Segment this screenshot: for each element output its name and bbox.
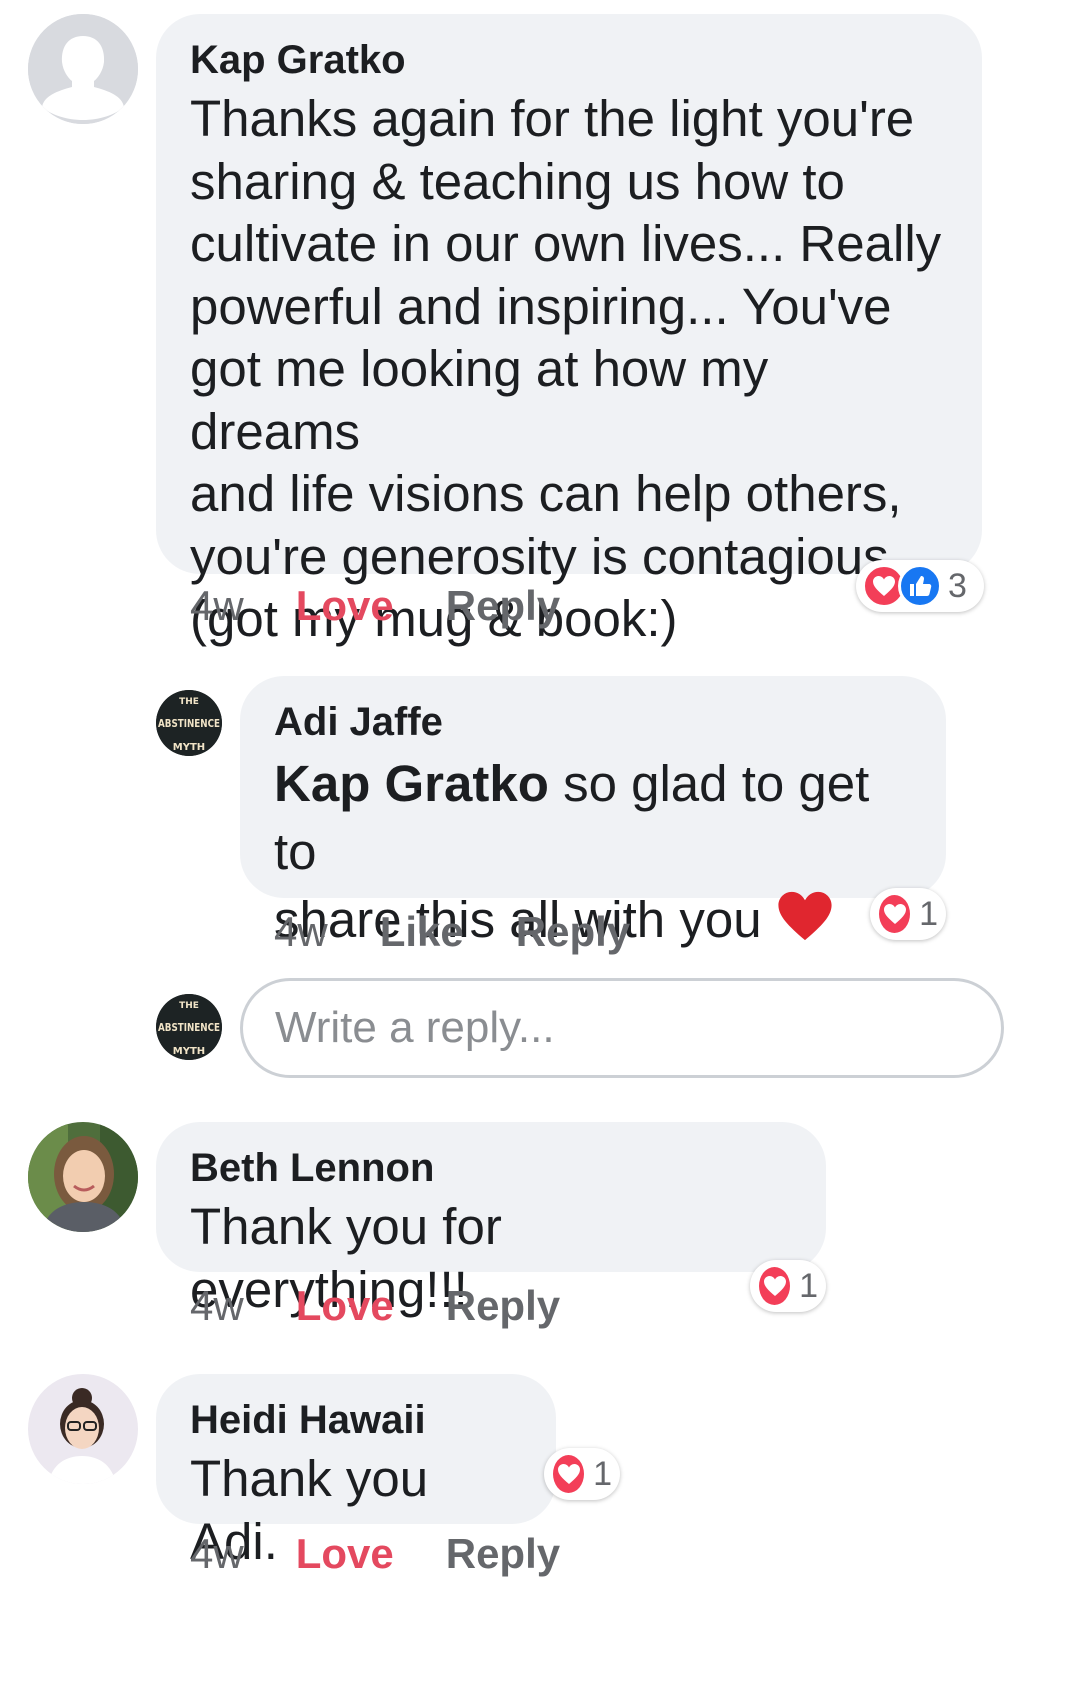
- mention-link[interactable]: Kap Gratko: [274, 755, 549, 812]
- profile-photo: [28, 1374, 138, 1484]
- abstinence-myth-logo: THE ABSTINENCE MYTH: [156, 994, 222, 1060]
- comment-actions: 4w Love Reply: [190, 582, 612, 630]
- avatar-current-page: THE ABSTINENCE MYTH: [156, 994, 222, 1060]
- abstinence-myth-logo: THE ABSTINENCE MYTH: [156, 690, 222, 756]
- comment-timestamp[interactable]: 4w: [190, 582, 244, 630]
- reaction-summary[interactable]: 1: [870, 888, 946, 940]
- reaction-count: 3: [948, 566, 967, 605]
- comment-bubble: Kap Gratko Thanks again for the light yo…: [156, 14, 982, 647]
- write-reply-input[interactable]: Write a reply...: [240, 978, 1004, 1078]
- reaction-count: 1: [593, 1454, 612, 1493]
- svg-text:ABSTINENCE: ABSTINENCE: [158, 717, 220, 730]
- reply-placeholder: Write a reply...: [275, 1003, 555, 1052]
- avatar-beth-lennon[interactable]: [28, 1122, 138, 1232]
- reaction-count: 1: [919, 894, 938, 933]
- comment-actions: 4w Love Reply: [190, 1282, 612, 1330]
- reaction-summary[interactable]: 1: [544, 1448, 620, 1500]
- comment-bubble: Heidi Hawaii Thank you Adi.: [156, 1374, 556, 1570]
- avatar-kap-gratko[interactable]: [28, 14, 138, 124]
- comment-author[interactable]: Heidi Hawaii: [190, 1396, 522, 1444]
- love-reaction-icon: [876, 892, 914, 936]
- reply-button[interactable]: Reply: [446, 1282, 560, 1330]
- reaction-summary[interactable]: 3: [856, 560, 984, 612]
- reaction-count: 1: [799, 1266, 818, 1305]
- comment-bubble: Beth Lennon Thank you for everything!!!: [156, 1122, 826, 1318]
- svg-text:MYTH: MYTH: [173, 1046, 205, 1057]
- reply-timestamp[interactable]: 4w: [274, 908, 328, 956]
- love-reaction-icon: [550, 1452, 588, 1496]
- avatar-heidi-hawaii[interactable]: [28, 1374, 138, 1484]
- reply-button[interactable]: Reply: [446, 582, 560, 630]
- profile-photo: [28, 1122, 138, 1232]
- reply-author[interactable]: Adi Jaffe: [274, 698, 912, 746]
- comment-text: Thanks again for the light you're sharin…: [190, 90, 942, 647]
- comment-timestamp[interactable]: 4w: [190, 1530, 244, 1578]
- comment-author[interactable]: Beth Lennon: [190, 1144, 792, 1192]
- avatar-adi-jaffe[interactable]: THE ABSTINENCE MYTH: [156, 690, 222, 756]
- red-heart-emoji: [776, 889, 834, 960]
- comment-actions: 4w Love Reply: [190, 1530, 612, 1578]
- svg-text:THE: THE: [179, 697, 199, 707]
- svg-text:THE: THE: [179, 1001, 199, 1011]
- like-reaction-icon: [898, 564, 942, 608]
- reply-actions: 4w Like Reply: [274, 908, 682, 956]
- reply-button[interactable]: Reply: [516, 908, 630, 956]
- like-button[interactable]: Like: [380, 908, 464, 956]
- default-profile-icon: [28, 14, 138, 124]
- reaction-summary[interactable]: 1: [750, 1260, 826, 1312]
- comment-author[interactable]: Kap Gratko: [190, 36, 948, 84]
- love-reaction-icon: [756, 1264, 794, 1308]
- reply-bubble: Adi Jaffe Kap Gratko so glad to get to s…: [240, 676, 946, 948]
- svg-text:ABSTINENCE: ABSTINENCE: [158, 1021, 220, 1034]
- svg-text:MYTH: MYTH: [173, 742, 205, 753]
- love-button[interactable]: Love: [296, 1282, 394, 1330]
- love-button[interactable]: Love: [296, 1530, 394, 1578]
- love-button[interactable]: Love: [296, 582, 394, 630]
- comment-timestamp[interactable]: 4w: [190, 1282, 244, 1330]
- reply-button[interactable]: Reply: [446, 1530, 560, 1578]
